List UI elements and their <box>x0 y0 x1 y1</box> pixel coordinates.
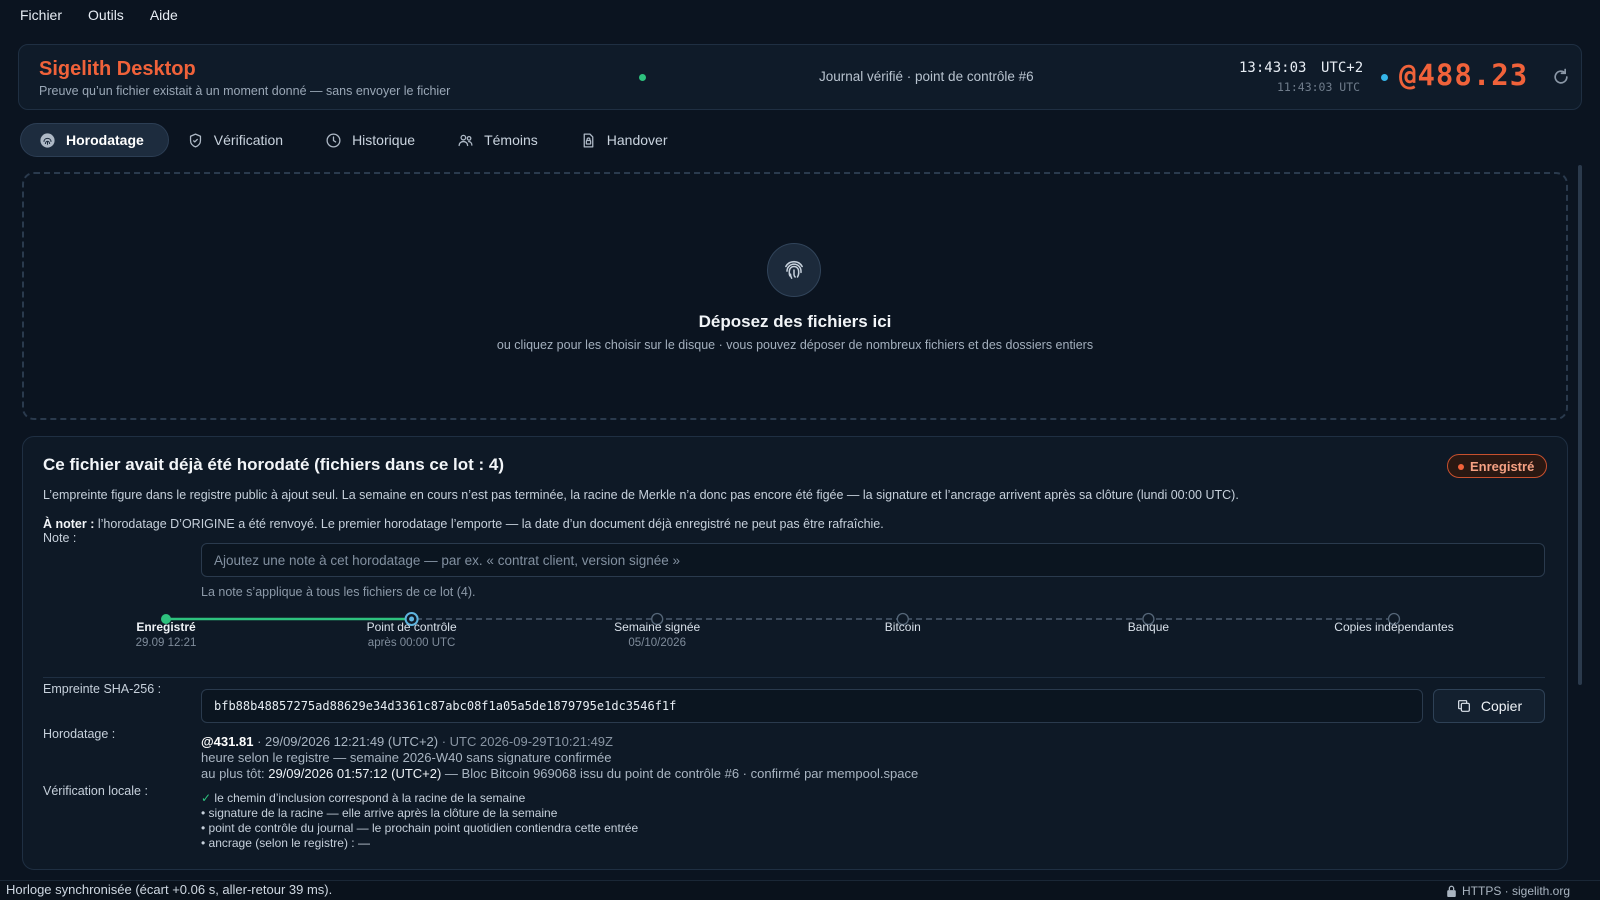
file-dropzone[interactable]: Déposez des fichiers ici ou cliquez pour… <box>22 172 1568 420</box>
menu-help[interactable]: Aide <box>150 7 178 23</box>
main-tabs: Horodatage Vérification Historique Témoi… <box>20 123 691 157</box>
lock-document-icon <box>583 132 594 148</box>
earliest-rest: — Bloc Bitcoin 969068 issu du point de c… <box>441 766 919 781</box>
menu-bar: Fichier Outils Aide <box>0 0 1600 30</box>
fingerprint-icon <box>40 132 55 148</box>
check-item: ✓ le chemin d’inclusion correspond à la … <box>201 791 638 806</box>
tab-temoins[interactable]: Témoins <box>439 123 562 157</box>
shield-check-icon <box>189 132 201 148</box>
fingerprint-icon <box>785 260 803 279</box>
result-notice: À noter : l’horodatage D’ORIGINE a été r… <box>43 517 884 531</box>
hash-field[interactable] <box>201 689 1423 723</box>
dropzone-subtitle: ou cliquez pour les choisir sur le disqu… <box>496 338 1094 352</box>
app-title: Sigelith Desktop <box>39 58 196 80</box>
timeline-step-label: Bitcoin <box>884 620 921 634</box>
timeline-step-label: Copies indépendantes <box>1334 620 1454 634</box>
status-badge: Enregistré <box>1447 454 1548 478</box>
tab-label: Historique <box>352 132 416 148</box>
tab-label: Horodatage <box>66 132 144 148</box>
tab-label: Vérification <box>213 132 284 148</box>
tab-historique[interactable]: Historique <box>307 123 439 157</box>
menu-tools[interactable]: Outils <box>88 7 124 23</box>
dropzone-icon-circle <box>767 243 821 297</box>
result-title: Ce fichier avait déjà été horodaté (fich… <box>43 455 505 474</box>
utc-time: 11:43:03 UTC <box>1277 80 1361 94</box>
copy-icon <box>1457 700 1470 712</box>
tab-verification[interactable]: Vérification <box>169 123 307 157</box>
check-item: • signature de la racine — elle arrive a… <box>201 806 638 821</box>
timestamp-label: Horodatage : <box>43 727 116 741</box>
app-subtitle: Preuve qu’un fichier existait à un momen… <box>39 84 451 98</box>
check-text: point de contrôle du journal — le procha… <box>205 821 639 835</box>
clock-icon <box>326 132 341 148</box>
check-item: • ancrage (selon le registre) : — <box>201 836 638 851</box>
timestamp-registry-note: heure selon le registre — semaine 2026-W… <box>201 750 612 765</box>
users-icon <box>458 134 473 146</box>
check-mark: ✓ <box>201 791 212 805</box>
notice-text: l’horodatage D’ORIGINE a été renvoyé. Le… <box>94 517 884 531</box>
earliest-time-line: au plus tôt: 29/09/2026 01:57:12 (UTC+2)… <box>201 766 918 781</box>
notice-label: À noter : <box>43 517 95 531</box>
timeline-step-label: Enregistré <box>136 620 196 634</box>
timestamp-beat: @431.81 <box>201 734 254 749</box>
timeline-step-label: Semaine signée <box>614 620 701 634</box>
tab-handover[interactable]: Handover <box>562 123 692 157</box>
clock-live-dot <box>1381 74 1388 81</box>
dropzone-title: Déposez des fichiers ici <box>698 312 892 331</box>
tab-label: Témoins <box>484 132 538 148</box>
copy-button[interactable]: Copier <box>1433 689 1545 723</box>
note-input[interactable] <box>201 543 1545 577</box>
status-bar: Horloge synchronisée (écart +0.06 s, all… <box>0 880 1600 900</box>
check-item: • point de contrôle du journal — le proc… <box>201 821 638 836</box>
note-hint: La note s’applique à tous les fichiers d… <box>201 585 476 599</box>
timestamp-local: · 29/09/2026 12:21:49 (UTC+2) <box>253 734 442 749</box>
timeline-step-sublabel: 05/10/2026 <box>628 637 686 649</box>
timestamp-line: @431.81 · 29/09/2026 12:21:49 (UTC+2) · … <box>201 734 613 749</box>
check-text: le chemin d’inclusion correspond à la ra… <box>211 791 526 805</box>
connection-label: HTTPS · sigelith.org <box>1462 884 1571 898</box>
earliest-prefix: au plus tôt: <box>201 766 269 781</box>
journal-status: Journal vérifié · point de contrôle #6 <box>819 69 1034 84</box>
lock-icon <box>1447 885 1456 897</box>
journal-status-dot <box>639 74 646 81</box>
timeline-step-sublabel: après 00:00 UTC <box>367 637 456 649</box>
check-text: signature de la racine — elle arrive apr… <box>205 806 558 820</box>
timestamp-utc: · UTC 2026-09-29T10:21:49Z <box>441 734 613 749</box>
scrollbar[interactable] <box>1578 165 1582 685</box>
menu-file[interactable]: Fichier <box>20 7 62 23</box>
timezone: UTC+2 <box>1321 60 1364 76</box>
beat-time: @488.23 <box>1399 58 1529 92</box>
clock-sync-status: Horloge synchronisée (écart +0.06 s, all… <box>6 882 333 897</box>
timeline-step-label: Banque <box>1127 620 1170 634</box>
refresh-icon[interactable] <box>1551 67 1571 87</box>
local-time: 13:43:03 <box>1239 60 1307 76</box>
timeline-step-label: Point de contrôle <box>366 620 457 634</box>
timeline-step-sublabel: 29.09 12:21 <box>135 637 197 649</box>
local-check-label: Vérification locale : <box>43 784 148 798</box>
connection-status: HTTPS · sigelith.org <box>1446 884 1570 898</box>
check-text: ancrage (selon le registre) : — <box>205 836 370 850</box>
tab-label: Handover <box>606 132 668 148</box>
earliest-time: 29/09/2026 01:57:12 (UTC+2) <box>268 766 442 781</box>
hash-label: Empreinte SHA-256 : <box>43 682 162 696</box>
result-card: Ce fichier avait déjà été horodaté (fich… <box>22 436 1568 870</box>
divider <box>43 677 1545 678</box>
local-check-list: ✓ le chemin d’inclusion correspond à la … <box>201 791 638 851</box>
copy-label: Copier <box>1480 698 1523 714</box>
result-explanation: L’empreinte figure dans le registre publ… <box>43 488 1239 502</box>
tab-horodatage[interactable]: Horodatage <box>20 123 169 157</box>
app-header: Sigelith Desktop Preuve qu’un fichier ex… <box>18 44 1582 110</box>
note-label: Note : <box>43 531 77 545</box>
